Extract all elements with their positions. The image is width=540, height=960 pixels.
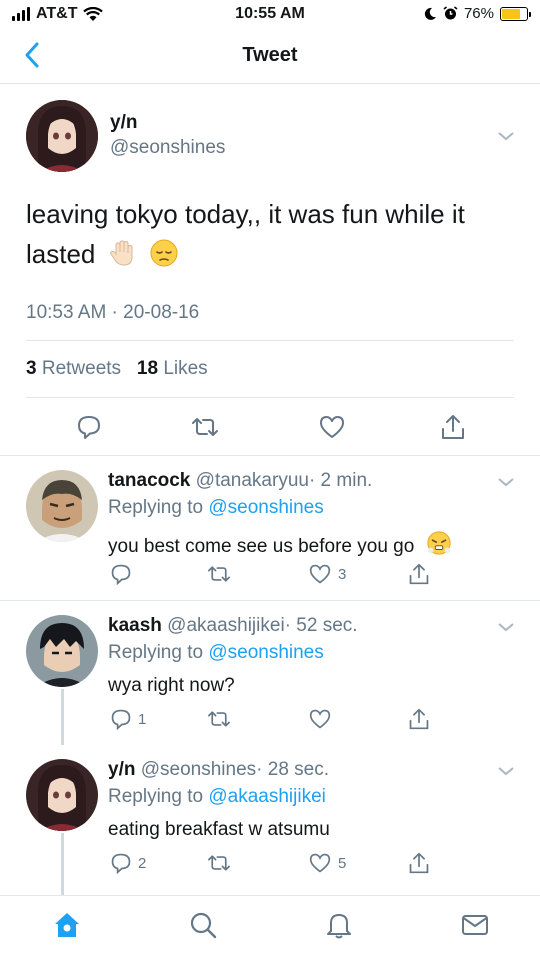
display-name[interactable]: kaash bbox=[108, 615, 162, 636]
handle[interactable]: @seonshines bbox=[110, 137, 225, 159]
messages-icon[interactable] bbox=[460, 910, 490, 940]
tweet-text: leaving tokyo today,, it was fun while i… bbox=[26, 199, 465, 269]
status-bar: AT&T 10:55 AM 76% bbox=[0, 0, 540, 30]
replying-to-link[interactable]: @akaashijikei bbox=[208, 786, 326, 807]
tab-bar bbox=[0, 895, 540, 960]
reply-text: eating breakfast w atsumu bbox=[108, 819, 330, 840]
nav-bar: Tweet bbox=[0, 30, 540, 84]
handle[interactable]: @seonshines bbox=[141, 759, 256, 780]
moon-icon bbox=[424, 7, 436, 20]
chevron-down-icon[interactable] bbox=[497, 765, 515, 777]
handle[interactable]: @akaashijikei bbox=[167, 615, 285, 636]
share-icon bbox=[409, 563, 429, 585]
like-icon bbox=[309, 709, 331, 729]
display-name[interactable]: tanacock bbox=[108, 470, 190, 491]
divider bbox=[26, 397, 514, 398]
handle[interactable]: @tanakaryuu bbox=[196, 470, 309, 491]
like-button[interactable] bbox=[308, 708, 338, 730]
replying-to: Replying to @seonshines bbox=[108, 497, 324, 518]
tweet-timestamp: 10:53 AM · 20-08-16 bbox=[26, 302, 200, 323]
reply-count: 1 bbox=[138, 710, 147, 728]
reply-time: · 52 sec. bbox=[284, 615, 358, 636]
share-button[interactable] bbox=[408, 707, 430, 731]
reply-tweet[interactable]: kaash @akaashijikei· 52 sec. Replying to… bbox=[0, 601, 540, 745]
tweet-stats: 3 Retweets 18 Likes bbox=[26, 358, 208, 380]
retweet-icon bbox=[208, 855, 230, 871]
pensive-face-emoji bbox=[150, 239, 178, 267]
replying-to: Replying to @akaashijikei bbox=[108, 786, 326, 807]
reply-button[interactable]: 2 bbox=[110, 852, 146, 874]
likes-stat[interactable]: 18 Likes bbox=[137, 358, 208, 379]
retweet-button[interactable] bbox=[206, 563, 238, 585]
reply-icon[interactable] bbox=[76, 414, 102, 440]
retweet-icon bbox=[208, 566, 230, 582]
huffing-face-emoji bbox=[426, 531, 451, 555]
reply-header: y/n @seonshines· 28 sec. bbox=[108, 759, 329, 781]
reply-icon bbox=[111, 564, 131, 585]
like-count: 3 bbox=[338, 565, 347, 583]
home-icon[interactable] bbox=[52, 910, 82, 940]
reply-tweet[interactable]: y/n @seonshines· 28 sec. Replying to @ak… bbox=[0, 745, 540, 895]
replying-to-link[interactable]: @seonshines bbox=[208, 497, 323, 518]
reply-icon bbox=[111, 709, 131, 730]
like-count: 5 bbox=[338, 854, 347, 872]
thread-line bbox=[61, 833, 64, 895]
alarm-icon bbox=[443, 6, 458, 20]
reply-tweet[interactable]: tanacock @tanakaryuu· 2 min. Replying to… bbox=[0, 456, 540, 599]
share-icon bbox=[409, 708, 429, 730]
reply-button[interactable]: 1 bbox=[110, 708, 146, 730]
display-name[interactable]: y/n bbox=[108, 759, 135, 780]
chevron-down-icon[interactable] bbox=[497, 621, 515, 633]
retweet-button[interactable] bbox=[206, 708, 238, 730]
avatar[interactable] bbox=[26, 470, 98, 542]
battery-percent: 76% bbox=[463, 5, 494, 22]
thread-line bbox=[61, 689, 64, 745]
avatar[interactable] bbox=[26, 100, 98, 172]
reply-header: tanacock @tanakaryuu· 2 min. bbox=[108, 470, 372, 492]
reply-header: kaash @akaashijikei· 52 sec. bbox=[108, 615, 358, 637]
reply-time: · 2 min. bbox=[308, 470, 373, 491]
retweet-icon[interactable] bbox=[190, 414, 220, 440]
reply-text: wya right now? bbox=[108, 675, 235, 696]
divider bbox=[26, 340, 514, 341]
retweet-icon bbox=[208, 711, 230, 727]
battery-icon bbox=[500, 6, 531, 21]
tweet-actions bbox=[0, 410, 540, 444]
wave-hand-emoji bbox=[109, 240, 133, 266]
chevron-down-icon[interactable] bbox=[497, 476, 515, 488]
reply-count: 2 bbox=[138, 854, 147, 872]
reply-text: you best come see us before you go bbox=[108, 530, 452, 558]
replying-to-link[interactable]: @seonshines bbox=[208, 642, 323, 663]
like-button[interactable]: 5 bbox=[308, 852, 346, 874]
chevron-down-icon[interactable] bbox=[497, 130, 515, 142]
retweet-button[interactable] bbox=[206, 852, 238, 874]
avatar[interactable] bbox=[26, 759, 98, 831]
retweets-stat[interactable]: 3 Retweets bbox=[26, 358, 121, 379]
reply-icon bbox=[111, 853, 131, 874]
like-icon[interactable] bbox=[318, 414, 346, 440]
share-icon bbox=[409, 852, 429, 874]
display-name[interactable]: y/n bbox=[110, 112, 137, 134]
like-icon bbox=[309, 853, 331, 873]
share-button[interactable] bbox=[408, 562, 430, 586]
share-button[interactable] bbox=[408, 851, 430, 875]
avatar[interactable] bbox=[26, 615, 98, 687]
search-icon[interactable] bbox=[188, 910, 218, 940]
reply-time: · 28 sec. bbox=[256, 759, 330, 780]
like-button[interactable]: 3 bbox=[308, 563, 346, 585]
like-icon bbox=[309, 564, 331, 584]
reply-button[interactable] bbox=[110, 563, 138, 585]
share-icon[interactable] bbox=[440, 413, 466, 441]
notifications-icon[interactable] bbox=[324, 910, 354, 940]
replying-to: Replying to @seonshines bbox=[108, 642, 324, 663]
page-title: Tweet bbox=[242, 44, 298, 66]
